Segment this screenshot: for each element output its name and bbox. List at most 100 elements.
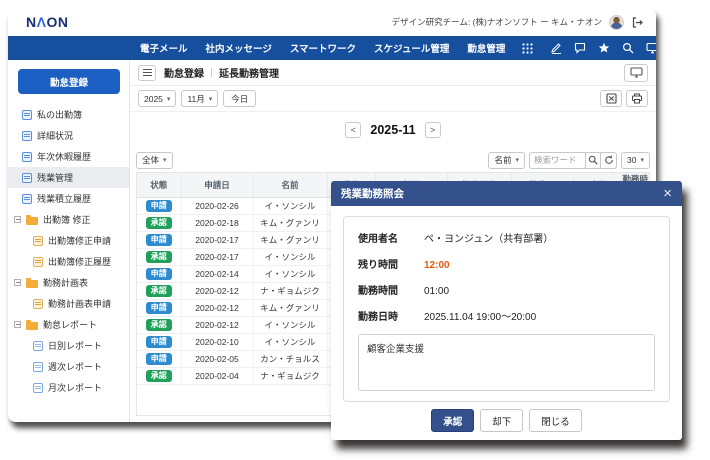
today-button[interactable]: 今日 [223, 90, 256, 107]
next-month-button[interactable]: > [425, 122, 441, 138]
edit-icon[interactable] [550, 42, 562, 54]
sidebar-item[interactable]: 出勤簿修正申請 [8, 230, 129, 251]
modal-panel: 使用者名ペ・ヨンジュン（共有部署）残り時間12:00勤務時間01:00勤務日時2… [343, 216, 670, 402]
user-avatar[interactable] [609, 15, 624, 30]
excel-export-button[interactable] [600, 90, 622, 107]
tree-expander-icon[interactable] [14, 321, 21, 328]
refresh-button[interactable] [601, 152, 617, 169]
modal-header: 残業勤務照会 × [331, 181, 682, 206]
memo-box: 顧客企業支援 [358, 334, 655, 391]
tree-expander-icon[interactable] [14, 216, 21, 223]
folder-icon [26, 217, 38, 225]
monitor-icon[interactable] [646, 42, 656, 54]
logout-button[interactable] [631, 16, 644, 29]
scope-select[interactable]: 全体 [136, 152, 173, 169]
date-cell: 2020-02-12 [181, 300, 253, 317]
modal-title: 残業勤務照会 [341, 186, 404, 201]
chat-icon[interactable] [574, 42, 586, 54]
status-badge: 申請 [146, 268, 172, 280]
sidebar-item-label: 出勤簿修正履歴 [48, 255, 111, 268]
modal-field: 残り時間12:00 [358, 256, 655, 271]
status-cell: 申請 [137, 232, 181, 249]
field-value: 12:00 [424, 260, 450, 271]
search-input[interactable] [529, 152, 585, 169]
sidebar-item[interactable]: 勤怠レポート [8, 314, 129, 335]
month-navigation: < 2025-11 > [130, 112, 656, 148]
naon-logo[interactable]: NΛON [26, 14, 68, 30]
main-nav: 電子メール 社内メッセージ スマートワーク スケジュール管理 勤怠管理 [8, 36, 656, 60]
export-buttons [600, 90, 648, 107]
star-icon[interactable] [598, 42, 610, 54]
sidebar-item[interactable]: 勤務計画表申請 [8, 293, 129, 314]
sidebar-item[interactable]: 年次休暇履歴 [8, 146, 129, 167]
field-label: 使用者名 [358, 230, 410, 245]
nav-item[interactable]: スケジュール管理 [374, 41, 449, 55]
sidebar-item[interactable]: 出勤簿 修正 [8, 209, 129, 230]
sidebar-item-label: 勤務計画表 [43, 276, 88, 289]
logo-on: ON [46, 14, 68, 30]
date-cell: 2020-02-26 [181, 198, 253, 215]
display-view-button[interactable] [624, 64, 648, 82]
name-cell: キム・グァンリ [253, 232, 327, 249]
tree-expander-icon[interactable] [14, 279, 21, 286]
attendance-register-button[interactable]: 勤怠登録 [18, 69, 120, 94]
date-cell: 2020-02-17 [181, 249, 253, 266]
nav-right-icons [550, 42, 656, 54]
status-cell: 申請 [137, 351, 181, 368]
search-submit-button[interactable] [585, 152, 601, 169]
overtime-inquiry-modal: 残業勤務照会 × 使用者名ペ・ヨンジュン（共有部署）残り時間12:00勤務時間0… [331, 181, 682, 440]
menu-item-icon [22, 131, 32, 141]
name-cell: イ・ソンシル [253, 198, 327, 215]
status-cell: 申請 [137, 266, 181, 283]
sidebar-item[interactable]: 月次レポート [8, 377, 129, 398]
nav-item[interactable]: 電子メール [140, 41, 188, 55]
sidebar-item[interactable]: 詳細状況 [8, 125, 129, 146]
status-badge: 承認 [146, 217, 172, 229]
status-badge: 申請 [146, 234, 172, 246]
close-icon[interactable]: × [663, 186, 672, 201]
reject-button[interactable]: 却下 [480, 409, 523, 432]
hamburger-menu-button[interactable] [138, 65, 156, 81]
sidebar-item[interactable]: 残業積立履歴 [8, 188, 129, 209]
field-value: ペ・ヨンジュン（共有部署） [424, 230, 553, 245]
prev-month-button[interactable]: < [345, 122, 361, 138]
status-cell: 承認 [137, 283, 181, 300]
page-size-select[interactable]: 30 [621, 152, 650, 169]
current-month-label: 2025-11 [370, 123, 415, 137]
date-cell: 2020-02-18 [181, 215, 253, 232]
month-select[interactable]: 11月 [181, 90, 218, 107]
sidebar-item[interactable]: 勤務計画表 [8, 272, 129, 293]
nav-item[interactable]: 勤怠管理 [467, 41, 505, 55]
year-select[interactable]: 2025 [138, 90, 176, 107]
status-cell: 申請 [137, 334, 181, 351]
sidebar-item-label: 残業積立履歴 [37, 192, 91, 205]
approve-button[interactable]: 承認 [431, 409, 474, 432]
search-icon[interactable] [622, 42, 634, 54]
date-cell: 2020-02-04 [181, 368, 253, 385]
sidebar-item-label: 日別レポート [48, 339, 102, 352]
modal-close-button[interactable]: 閉じる [529, 409, 582, 432]
nav-item[interactable]: 社内メッセージ [206, 41, 272, 55]
search-group [529, 152, 617, 169]
sidebar-item[interactable]: 出勤簿修正履歴 [8, 251, 129, 272]
name-cell: カン・チョルス [253, 351, 327, 368]
sidebar-item[interactable]: 私の出勤簿 [8, 104, 129, 125]
name-cell: ナ・ギョムジク [253, 283, 327, 300]
field-value: 2025.11.04 19:00～20:00 [424, 308, 536, 323]
name-cell: キム・グァンリ [253, 300, 327, 317]
nav-item[interactable]: スマートワーク [290, 41, 356, 55]
folder-icon [26, 280, 38, 288]
name-cell: イ・ソンシル [253, 334, 327, 351]
sidebar-item-label: 私の出勤簿 [37, 108, 82, 121]
sidebar-item[interactable]: 日別レポート [8, 335, 129, 356]
print-button[interactable] [626, 90, 648, 107]
date-cell: 2020-02-05 [181, 351, 253, 368]
document-icon [33, 236, 43, 246]
sidebar-item[interactable]: 週次レポート [8, 356, 129, 377]
status-badge: 承認 [146, 319, 172, 331]
sidebar-item[interactable]: 残業管理 [8, 167, 129, 188]
breadcrumb: 勤怠登録 延長勤務管理 [164, 65, 279, 80]
search-field-select[interactable]: 名前 [488, 152, 525, 169]
modal-footer: 承認 却下 閉じる [331, 402, 682, 440]
apps-grid-icon[interactable] [522, 43, 533, 54]
